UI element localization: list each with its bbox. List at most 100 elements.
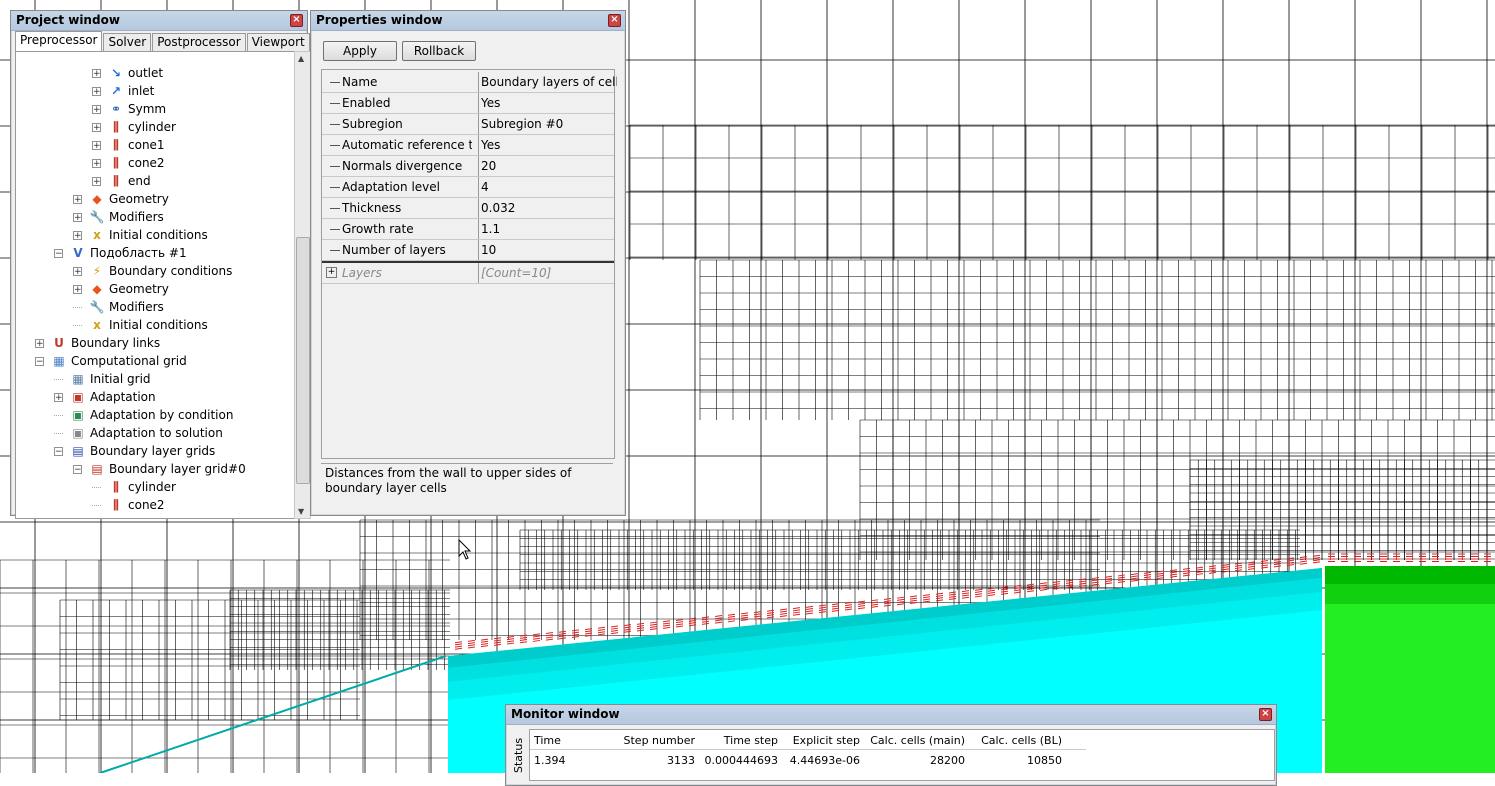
tree-item[interactable]: ⫼ cone2: [92, 496, 165, 514]
expand-icon[interactable]: +: [35, 338, 44, 348]
scroll-thumb[interactable]: [296, 237, 310, 484]
monitor-column-header: Step number: [623, 734, 695, 747]
monitor-window-close-icon[interactable]: ×: [1259, 708, 1272, 721]
tree-connector-icon: [330, 187, 340, 188]
property-value[interactable]: 4: [478, 177, 617, 197]
collapse-icon[interactable]: −: [73, 464, 82, 474]
tree-item[interactable]: + ◆ Geometry: [73, 280, 169, 298]
tree-item[interactable]: ▣ Adaptation to solution: [54, 424, 223, 442]
property-row[interactable]: Name Boundary layers of cells #0: [322, 72, 617, 93]
tree-connector-icon: [73, 306, 82, 308]
tree-item[interactable]: + ↗ inlet: [92, 82, 154, 100]
tree-item-label: Geometry: [109, 282, 169, 296]
tree-item[interactable]: + ↘ outlet: [92, 64, 163, 82]
project-window-close-icon[interactable]: ×: [290, 14, 303, 27]
expand-icon[interactable]: +: [73, 284, 82, 294]
collapse-icon[interactable]: −: [54, 248, 63, 258]
property-name: Thickness: [342, 201, 402, 215]
tree-item[interactable]: + x Initial conditions: [73, 226, 208, 244]
property-value[interactable]: Yes: [478, 93, 617, 113]
tree-item[interactable]: − V Подобласть #1: [54, 244, 187, 262]
property-row[interactable]: Normals divergence 20: [322, 156, 614, 177]
tree-item-label: cone2: [128, 498, 165, 512]
project-tree[interactable]: + ↘ outlet + ↗ inlet + ⚭ Symm + ⫼ cylinder + ⫼ cone1 + ⫼…: [15, 51, 295, 519]
tab-postprocessor[interactable]: Postprocessor: [152, 33, 246, 51]
tree-item[interactable]: + U Boundary links: [35, 334, 160, 352]
tree-item[interactable]: + ◆ Geometry: [73, 190, 169, 208]
tree-connector-icon: [73, 324, 82, 326]
property-value[interactable]: Boundary layers of cells #0: [478, 72, 617, 92]
collapse-icon[interactable]: −: [54, 446, 63, 456]
expand-icon[interactable]: +: [73, 194, 82, 204]
rollback-button[interactable]: Rollback: [402, 41, 476, 61]
expand-icon[interactable]: +: [92, 86, 101, 96]
tree-item[interactable]: + ⫼ cone1: [92, 136, 165, 154]
tree-item[interactable]: + ⚡ Boundary conditions: [73, 262, 232, 280]
tab-solver[interactable]: Solver: [103, 33, 152, 51]
tree-item[interactable]: + ▣ Adaptation: [54, 388, 156, 406]
property-value[interactable]: 20: [478, 156, 617, 176]
expand-icon[interactable]: +: [326, 267, 337, 278]
expand-icon[interactable]: +: [73, 230, 82, 240]
tab-preprocessor[interactable]: Preprocessor: [15, 31, 103, 51]
scroll-up-icon[interactable]: ▲: [298, 54, 304, 63]
collapse-icon[interactable]: −: [35, 356, 44, 366]
property-row[interactable]: Subregion Subregion #0: [322, 114, 614, 135]
tree-item[interactable]: − ▦ Computational grid: [35, 352, 187, 370]
expand-icon[interactable]: +: [92, 140, 101, 150]
tree-item[interactable]: ⫼ cylinder: [92, 478, 176, 496]
expand-icon[interactable]: +: [73, 212, 82, 222]
property-value[interactable]: 0.032: [478, 198, 617, 218]
tree-item[interactable]: ▣ Adaptation by condition: [54, 406, 233, 424]
monitor-column-header: Calc. cells (BL): [981, 734, 1062, 747]
tab-viewport[interactable]: Viewport: [246, 33, 310, 51]
property-row[interactable]: Thickness 0.032: [322, 198, 614, 219]
tree-connector-icon: [330, 82, 340, 83]
monitor-window: Monitor window × Status Time 1.394 Step nu…: [505, 704, 1277, 786]
property-row[interactable]: Automatic reference thickness Yes: [322, 135, 614, 156]
property-value[interactable]: 1.1: [478, 219, 617, 239]
expand-icon[interactable]: +: [92, 104, 101, 114]
property-grid[interactable]: Name Boundary layers of cells #0 Enabled Ye…: [321, 69, 617, 459]
property-value[interactable]: Subregion #0: [478, 114, 617, 134]
tree-item[interactable]: x Initial conditions: [73, 316, 208, 334]
tree-item[interactable]: + ⫼ cone2: [92, 154, 165, 172]
property-name: Subregion: [342, 117, 403, 131]
property-value[interactable]: [Count=10]: [478, 263, 617, 283]
tree-item[interactable]: + ⫼ end: [92, 172, 151, 190]
expand-icon[interactable]: +: [73, 266, 82, 276]
tree-connector-icon: [330, 103, 340, 104]
property-value[interactable]: Yes: [478, 135, 617, 155]
wrench-icon: 🔧: [89, 210, 105, 224]
expand-icon[interactable]: +: [54, 392, 63, 402]
tree-item[interactable]: + ⫼ cylinder: [92, 118, 176, 136]
tree-item[interactable]: 🔧 Modifiers: [73, 298, 164, 316]
tree-item[interactable]: + 🔧 Modifiers: [73, 208, 164, 226]
tree-item[interactable]: − ▤ Boundary layer grids: [54, 442, 215, 460]
property-value[interactable]: 10: [478, 240, 617, 260]
tree-connector-icon: [330, 250, 340, 251]
expand-icon[interactable]: +: [92, 158, 101, 168]
wall-boundary-icon: ⫼: [113, 480, 119, 494]
tree-item-label: Adaptation to solution: [90, 426, 223, 440]
expand-icon[interactable]: +: [92, 176, 101, 186]
expand-icon[interactable]: +: [92, 122, 101, 132]
property-row[interactable]: + Layers [Count=10]: [322, 261, 614, 284]
property-row[interactable]: Growth rate 1.1: [322, 219, 614, 240]
properties-window-close-icon[interactable]: ×: [608, 14, 621, 27]
tree-item[interactable]: + ⚭ Symm: [92, 100, 166, 118]
tree-item-label: Computational grid: [71, 354, 187, 368]
apply-button[interactable]: Apply: [323, 41, 397, 61]
property-row[interactable]: Enabled Yes: [322, 93, 614, 114]
wall-boundary-icon: ⫼: [113, 156, 119, 170]
property-row[interactable]: Number of layers 10: [322, 240, 614, 261]
tree-item[interactable]: − ▤ Boundary layer grid#0: [73, 460, 246, 478]
tree-item[interactable]: ▦ Initial grid: [54, 370, 151, 388]
project-tree-scrollbar[interactable]: ▲ ▼: [294, 51, 311, 519]
tree-item-label: Boundary conditions: [109, 264, 233, 278]
property-row[interactable]: Adaptation level 4: [322, 177, 614, 198]
expand-icon[interactable]: +: [92, 68, 101, 78]
tree-item-label: cone2: [128, 156, 165, 170]
tree-item-label: cylinder: [128, 120, 176, 134]
scroll-down-icon[interactable]: ▼: [298, 507, 304, 516]
